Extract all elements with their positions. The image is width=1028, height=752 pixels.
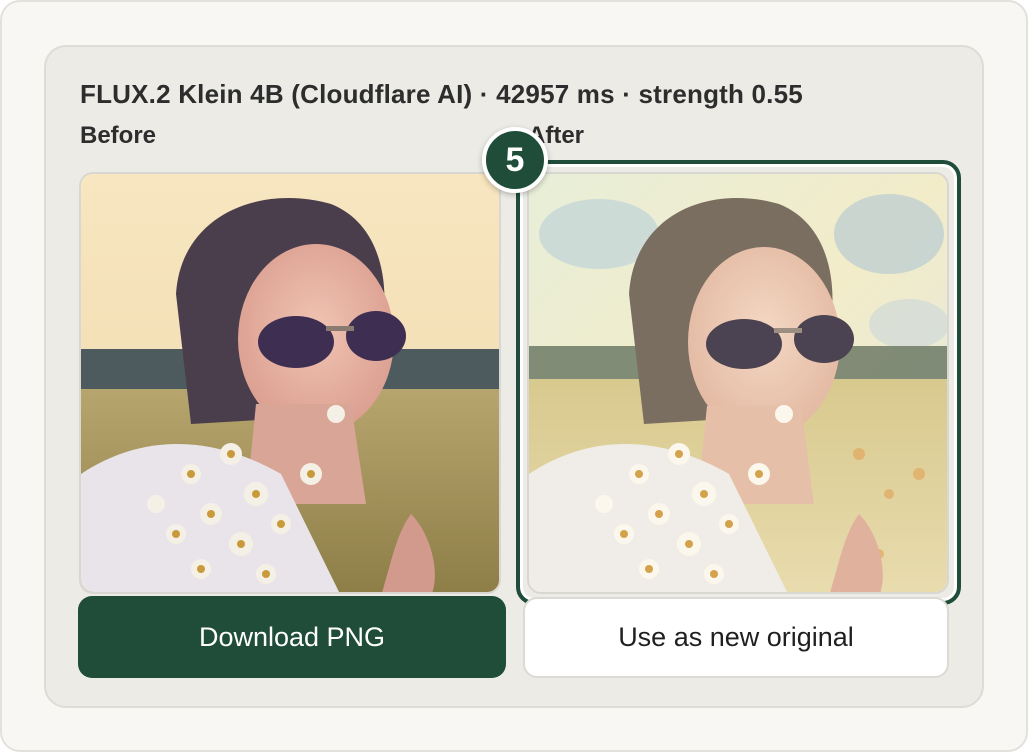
- before-label: Before: [80, 122, 157, 149]
- step-badge: 5: [482, 127, 548, 193]
- result-title: FLUX.2 Klein 4B (Cloudflare AI) · 42957 …: [80, 79, 803, 109]
- before-image: [79, 172, 501, 594]
- after-image-highlight: [516, 160, 961, 605]
- download-png-button[interactable]: Download PNG: [78, 596, 506, 678]
- use-as-new-original-button[interactable]: Use as new original: [523, 597, 949, 678]
